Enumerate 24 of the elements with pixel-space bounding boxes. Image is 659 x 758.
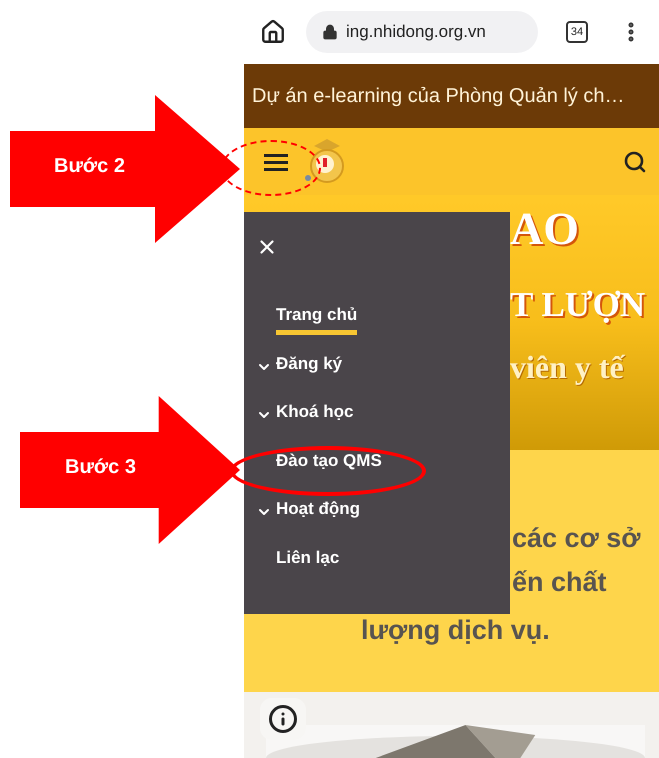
tab-count-button[interactable]: 34	[566, 21, 588, 43]
hero-title-line: AO	[510, 203, 580, 255]
hamburger-icon[interactable]	[264, 152, 288, 170]
home-icon[interactable]	[260, 19, 286, 45]
step-label: Bước 3	[65, 455, 136, 480]
hero-subtitle: viên y tế	[510, 348, 626, 387]
intro-text-line: ến chất	[512, 566, 608, 599]
menu-item[interactable]: Đào tạo QMS	[276, 448, 382, 480]
search-icon[interactable]	[623, 150, 647, 174]
menu-item[interactable]: Đăng ký	[276, 350, 342, 383]
intro-text-line: các cơ sở	[512, 522, 642, 555]
step-label: Bước 2	[54, 154, 125, 179]
info-button[interactable]	[260, 698, 306, 740]
info-icon	[268, 704, 298, 734]
menu-item[interactable]: Trang chủ	[276, 302, 358, 334]
hero-title-line: T LƯỢN	[510, 284, 646, 326]
address-bar[interactable]: ing.nhidong.org.vn	[306, 11, 538, 53]
menu-item[interactable]: Khoá học	[276, 399, 354, 432]
menu-item[interactable]: Hoạt động	[276, 496, 360, 528]
url-text: ing.nhidong.org.vn	[346, 21, 486, 44]
lock-icon	[322, 24, 338, 40]
menu-item[interactable]: Liên lạc	[276, 544, 340, 577]
banner-text: Dự án e-learning của Phòng Quản lý ch…	[252, 84, 624, 109]
intro-text-line: lượng dịch vụ.	[361, 614, 551, 647]
